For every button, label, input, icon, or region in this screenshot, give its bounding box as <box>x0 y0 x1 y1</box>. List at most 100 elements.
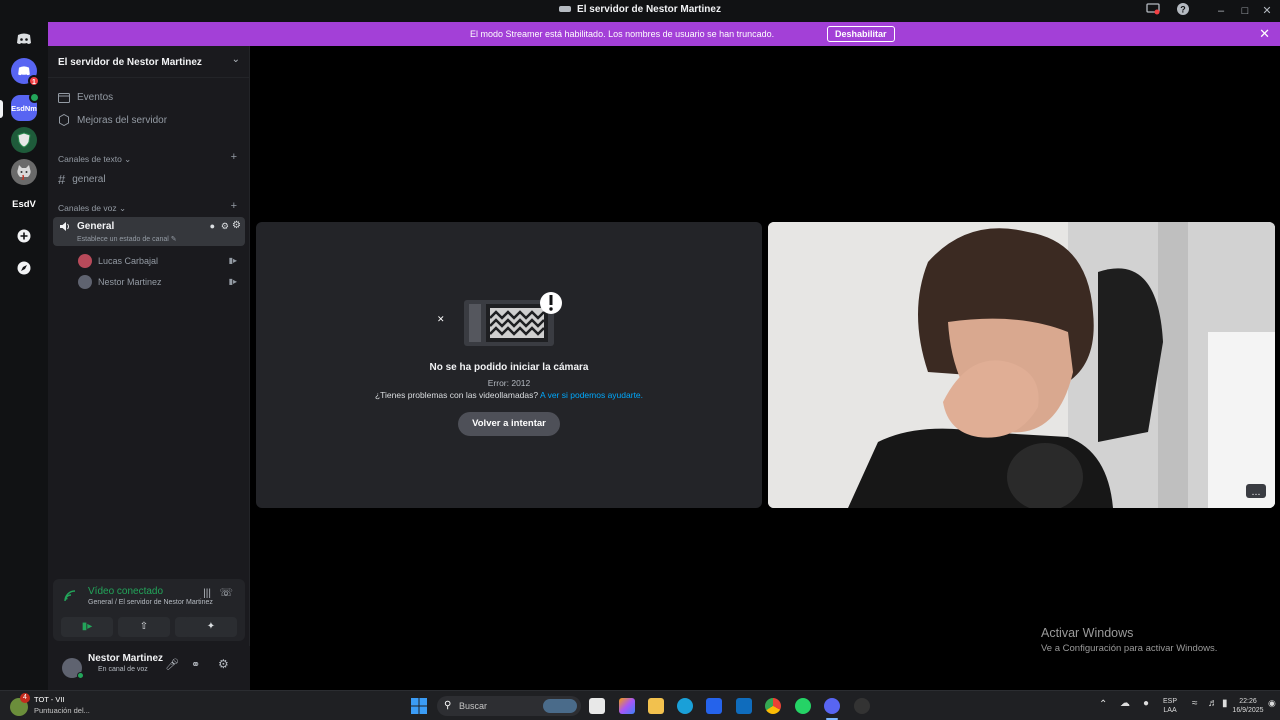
notification-badge: 4 <box>20 693 30 703</box>
channel-general-text[interactable]: # general <box>58 172 106 187</box>
taskbar-search-input[interactable]: ⚲ Buscar <box>437 696 581 716</box>
help-icon[interactable]: ? <box>1174 2 1192 20</box>
voice-category[interactable]: Canales de voz ⌄ <box>58 203 126 214</box>
screen-share-button[interactable]: ⇧ <box>118 617 170 637</box>
window-title-text: El servidor de Nestor Martinez <box>577 4 721 15</box>
banner-close-icon[interactable]: ✕ <box>1259 26 1270 42</box>
user-panel: Nestor Martinez En canal de voz 🎤︎ ⚭ ⚙ <box>48 646 250 690</box>
sidebar-item-events[interactable]: Eventos <box>58 92 113 103</box>
notification-title: TOT - VII <box>34 695 65 704</box>
discord-taskbar-icon[interactable] <box>824 698 840 714</box>
user-video-tile[interactable]: … <box>768 222 1275 508</box>
user-settings-icon[interactable]: ⚙ <box>218 657 229 671</box>
sidebar-item-label: Eventos <box>77 92 114 103</box>
disable-streamer-button[interactable]: Deshabilitar <box>827 26 895 42</box>
chrome-icon[interactable] <box>765 698 781 714</box>
windows-start-icon[interactable] <box>411 698 427 714</box>
volume-icon[interactable]: ♬ <box>1208 698 1218 709</box>
guild-cat[interactable] <box>11 159 37 185</box>
text-category-label: Canales de texto <box>58 154 122 164</box>
guild-esdv[interactable]: EsdV <box>11 191 37 217</box>
watermark-line1: Activar Windows <box>1041 626 1134 640</box>
sidebar-item-boosts[interactable]: Mejoras del servidor <box>58 114 167 126</box>
voice-member[interactable]: Nestor Martinez <box>78 275 162 289</box>
broken-camera-illustration: ✕ <box>437 292 562 346</box>
voice-channel-general[interactable]: General Establece un estado de canal ✎ ●… <box>53 217 245 246</box>
settings-icon[interactable]: ⚙ <box>232 220 241 231</box>
camera-error-tile: ✕ No se ha podido iniciar la cámara Erro… <box>256 222 762 508</box>
discord-home-icon[interactable] <box>11 26 37 52</box>
discover-icon[interactable] <box>11 255 37 281</box>
error-title: No se ha podido iniciar la cámara <box>429 362 589 373</box>
soundboard-button[interactable]: ✦ <box>185 617 237 637</box>
store-icon[interactable] <box>706 698 722 714</box>
clock[interactable]: 22:26 16/9/2025 <box>1232 697 1264 715</box>
status-hint-text: Establece un estado de canal <box>77 236 169 243</box>
maximize-icon[interactable]: □ <box>1236 2 1254 20</box>
voice-member[interactable]: Lucas Carbajal <box>78 254 158 268</box>
guild-avatar-1[interactable]: 1 <box>11 58 40 87</box>
cloud-icon[interactable]: ☁ <box>1120 698 1130 709</box>
channel-sidebar: El servidor de Nestor Martinez ⌄ Eventos… <box>48 46 250 690</box>
language-indicator[interactable]: ESP LAA <box>1163 697 1177 715</box>
add-text-channel-icon[interactable]: + <box>231 151 237 163</box>
whatsapp-icon[interactable] <box>795 698 811 714</box>
microphone-icon[interactable]: 🎤︎ <box>165 658 179 671</box>
task-view-icon[interactable] <box>589 698 605 714</box>
chat-icon[interactable]: ● <box>210 221 215 231</box>
member-name: Lucas Carbajal <box>98 256 159 266</box>
disconnect-icon[interactable]: ☏ <box>219 586 233 599</box>
webcam-feed: … <box>768 222 1275 508</box>
banner-message: El modo Streamer está habilitado. Los no… <box>470 29 775 39</box>
server-header[interactable]: El servidor de Nestor Martinez ⌄ <box>48 46 250 78</box>
add-server-icon[interactable] <box>11 223 37 249</box>
svg-text:…: … <box>1252 488 1261 498</box>
clock-date: 16/9/2025 <box>1232 707 1264 714</box>
search-icon: ⚲ <box>444 700 452 711</box>
guild-esdnm[interactable]: EsdNm <box>11 92 40 121</box>
speaker-icon <box>60 222 69 231</box>
server-name: El servidor de Nestor Martinez <box>58 57 202 68</box>
sidebar-item-label: Mejoras del servidor <box>77 114 168 126</box>
lang-bottom: LAA <box>1163 707 1177 714</box>
video-icon: ▮▸ <box>228 277 237 286</box>
battery-icon[interactable]: ▮ <box>1222 698 1228 709</box>
copilot-icon[interactable] <box>619 698 635 714</box>
minimize-icon[interactable]: – <box>1212 2 1230 20</box>
wifi-icon[interactable]: ≈ <box>1192 698 1198 709</box>
channel-status-hint[interactable]: Establece un estado de canal ✎ <box>77 235 177 243</box>
outlook-icon[interactable] <box>736 698 752 714</box>
avatar <box>78 275 92 289</box>
guild-esdv-label: EsdV <box>12 198 36 210</box>
voice-channel-label: General <box>77 221 115 232</box>
streamer-mode-banner: El modo Streamer está habilitado. Los no… <box>48 22 1280 46</box>
guild-esdnm-label: EsdNm <box>11 103 37 113</box>
svg-text:✕: ✕ <box>437 315 445 325</box>
retry-button[interactable]: Volver a intentar <box>458 412 560 436</box>
file-explorer-icon[interactable] <box>648 698 664 714</box>
app-logo-icon <box>559 6 572 13</box>
edge-icon[interactable] <box>677 698 693 714</box>
selected-indicator <box>0 100 3 118</box>
lang-top: ESP <box>1163 698 1178 705</box>
help-link[interactable]: A ver si podemos ayudarte. <box>540 390 643 400</box>
headphones-icon[interactable]: ⚭ <box>191 658 200 671</box>
chevron-up-icon[interactable]: ⌃ <box>1099 699 1107 710</box>
notifications-icon[interactable]: ◉ <box>1268 698 1276 709</box>
screen-share-icon[interactable] <box>1144 2 1162 20</box>
avatar <box>78 254 92 268</box>
close-icon[interactable]: ✕ <box>1258 2 1276 20</box>
microphone-tray-icon[interactable]: ● <box>1143 698 1149 709</box>
window-title: El servidor de Nestor Martinez <box>0 4 1280 15</box>
camera-button[interactable]: ▮▸ <box>61 617 113 637</box>
boost-icon <box>59 114 69 126</box>
guild-shield[interactable] <box>11 127 37 153</box>
text-category[interactable]: Canales de texto ⌄ <box>58 154 131 165</box>
search-placeholder: Buscar <box>459 701 488 711</box>
voice-location[interactable]: General / El servidor de Nestor Martinez <box>88 599 213 606</box>
invite-icon[interactable]: ⚙ <box>221 221 229 232</box>
noise-suppression-icon[interactable]: ||| <box>203 588 211 599</box>
add-voice-channel-icon[interactable]: + <box>231 200 237 212</box>
app-icon[interactable] <box>854 698 870 714</box>
window-titlebar: El servidor de Nestor Martinez ? – □ ✕ <box>0 0 1280 22</box>
